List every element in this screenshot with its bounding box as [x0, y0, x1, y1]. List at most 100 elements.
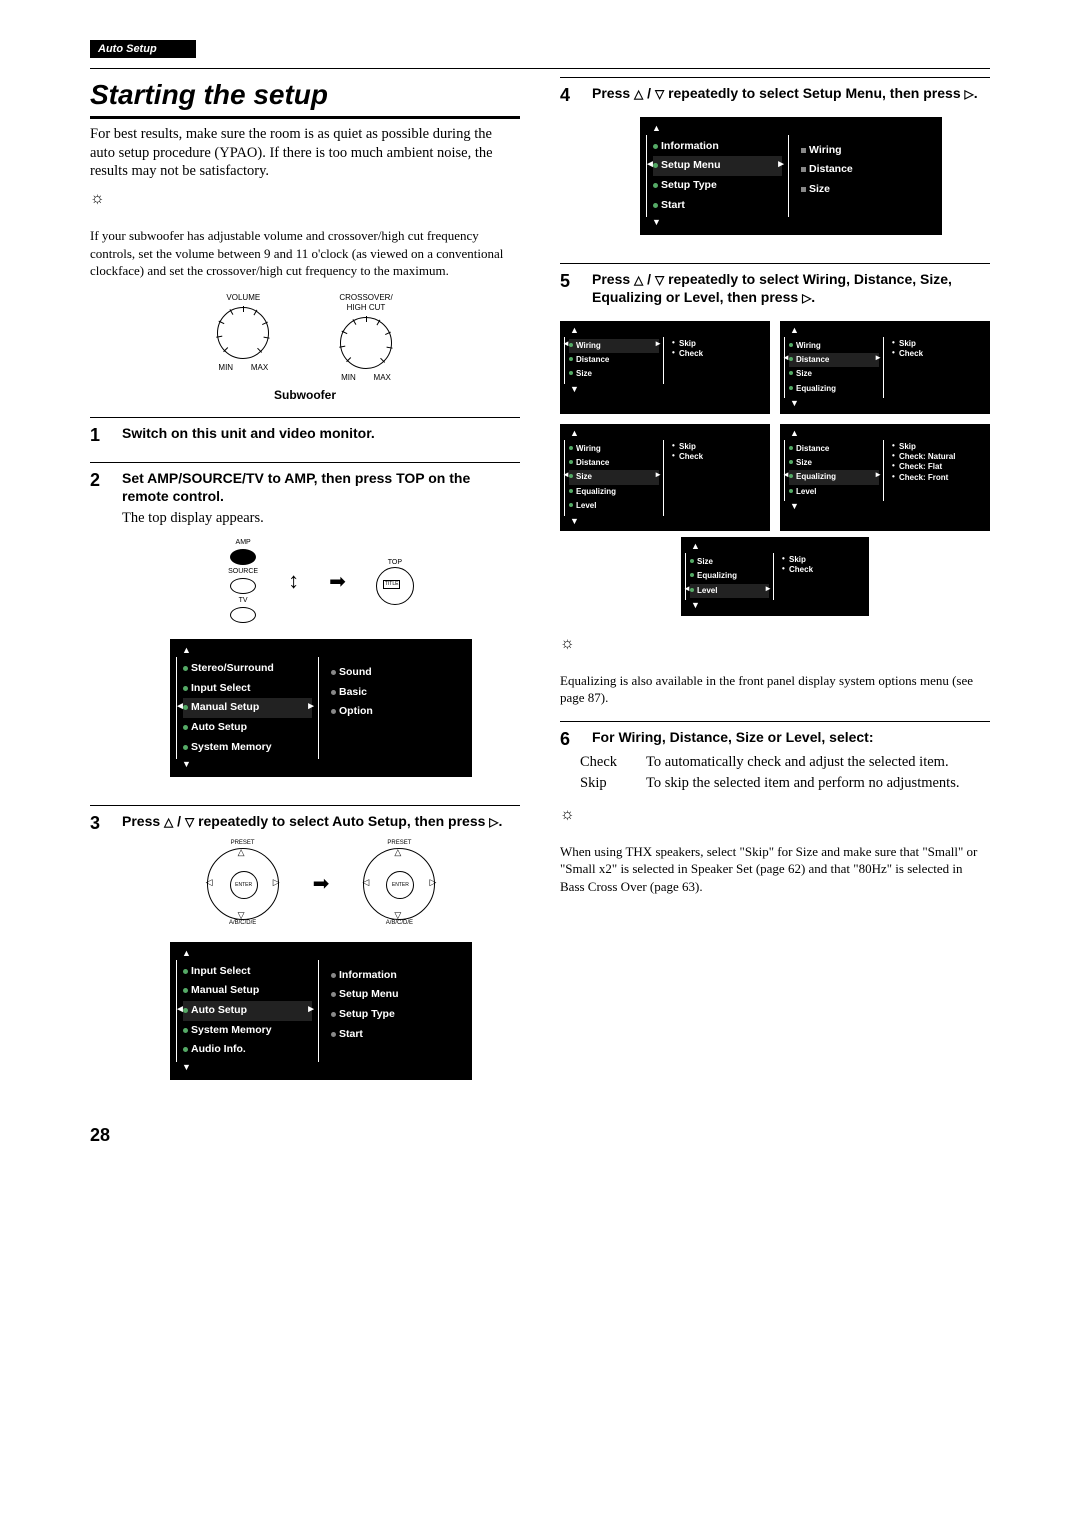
- osd-subitem: Information: [331, 966, 460, 986]
- osd-subitem: Start: [331, 1025, 460, 1045]
- source-label: SOURCE: [228, 567, 258, 576]
- step-heading: Set AMP/SOURCE/TV to AMP, then press TOP…: [122, 469, 520, 505]
- step-number: 3: [90, 812, 108, 1094]
- def-text: To skip the selected item and perform no…: [646, 774, 959, 793]
- down-icon: [655, 85, 664, 101]
- osd-item-selected: ◄Auto Setup►: [183, 1001, 312, 1021]
- step-number: 6: [560, 728, 578, 751]
- osd-item: Manual Setup: [183, 981, 312, 1001]
- up-icon: [164, 813, 173, 829]
- volume-label: VOLUME: [217, 293, 269, 303]
- osd-item: System Memory: [183, 1021, 312, 1041]
- osd-item: Audio Info.: [183, 1040, 312, 1060]
- tip-thx: When using THX speakers, select "Skip" f…: [560, 843, 990, 896]
- step-heading: Switch on this unit and video monitor.: [122, 424, 520, 442]
- dial-max: MAX: [374, 373, 391, 382]
- right-icon: [489, 813, 498, 829]
- step-heading: For Wiring, Distance, Size or Level, sel…: [592, 728, 990, 746]
- osd-item: Input Select: [183, 962, 312, 982]
- osd-top-menu: ▲ Stereo/Surround Input Select ◄Manual S…: [170, 639, 472, 777]
- volume-dial: VOLUME MIN MAX: [217, 293, 269, 384]
- osd-setup-menu: ▲ Information ◄Setup Menu► Setup Type St…: [640, 117, 942, 235]
- osd-distance: ▲ Wiring ◄Distance► Size Equalizing Skip…: [780, 321, 990, 414]
- crossover-dial: CROSSOVER/ HIGH CUT MIN MAX: [339, 293, 392, 384]
- tip-icon: [90, 192, 105, 207]
- def-skip: Skip To skip the selected item and perfo…: [580, 774, 990, 793]
- dial-max: MAX: [251, 363, 268, 372]
- osd-subitem: Basic: [331, 683, 460, 703]
- osd-subitem: Size: [801, 180, 930, 200]
- tip-equalizing: Equalizing is also available in the fron…: [560, 672, 990, 707]
- subwoofer-label: Subwoofer: [90, 388, 520, 404]
- amp-label: AMP: [228, 538, 258, 547]
- osd-subitem: Wiring: [801, 141, 930, 161]
- step-number: 5: [560, 270, 578, 307]
- osd-equalizing: ▲ Distance Size ◄Equalizing► Level Skip …: [780, 424, 990, 531]
- dial-min: MIN: [218, 363, 233, 372]
- osd-wiring: ▲ ◄Wiring► Distance Size Skip Check ▼: [560, 321, 770, 414]
- left-column: Starting the setup For best results, mak…: [90, 77, 520, 1093]
- enter-label: ENTER: [230, 871, 258, 899]
- step-body-text: The top display appears.: [122, 509, 520, 528]
- osd-subitem: Distance: [801, 160, 930, 180]
- osd-level: ▲ Size Equalizing ◄Level► Skip Check ▼: [681, 537, 869, 616]
- title-label: TITLE: [383, 580, 401, 589]
- tip-subwoofer: If your subwoofer has adjustable volume …: [90, 227, 520, 280]
- remote-dpad-diagram: PRESET △▽◁▷ ENTER A/B/C/D/E PRESET △▽◁▷ …: [122, 840, 520, 928]
- top-label: TOP: [376, 558, 414, 567]
- right-column: 4 Press repeatedly to select Setup Menu,…: [560, 77, 990, 1093]
- osd-item: System Memory: [183, 738, 312, 758]
- def-term: Check: [580, 753, 630, 772]
- remote-top-diagram: AMP SOURCE TV ↕ TOP TITLE: [122, 538, 520, 625]
- def-text: To automatically check and adjust the se…: [646, 753, 949, 772]
- right-icon: [802, 289, 811, 305]
- intro-text: For best results, make sure the room is …: [90, 125, 520, 182]
- step-6: 6 For Wiring, Distance, Size or Level, s…: [560, 721, 990, 751]
- osd-item: Stereo/Surround: [183, 659, 312, 679]
- osd-item-selected: ◄Manual Setup►: [183, 698, 312, 718]
- abcde-label: A/B/C/D/E: [203, 920, 283, 928]
- dial-min: MIN: [341, 373, 356, 382]
- enter-label: ENTER: [386, 871, 414, 899]
- down-icon: [185, 813, 194, 829]
- arrow-right-icon: [313, 871, 330, 897]
- osd-step5-grid: ▲ ◄Wiring► Distance Size Skip Check ▼ ▲: [560, 321, 990, 531]
- step-4: 4 Press repeatedly to select Setup Menu,…: [560, 77, 990, 249]
- up-icon: [634, 271, 643, 287]
- osd-subitem: Option: [331, 702, 460, 722]
- osd-item: Input Select: [183, 679, 312, 699]
- osd-subitem: Sound: [331, 663, 460, 683]
- step-3: 3 Press repeatedly to select Auto Setup,…: [90, 805, 520, 1094]
- osd-subitem: Setup Type: [331, 1005, 460, 1025]
- tip-icon: [560, 637, 575, 652]
- step-heading: Press repeatedly to select Auto Setup, t…: [122, 812, 520, 831]
- osd-item-selected: ◄Setup Menu►: [653, 156, 782, 176]
- page-number: 28: [90, 1124, 990, 1147]
- arrow-right-icon: [329, 569, 346, 595]
- subwoofer-dial-diagram: VOLUME MIN MAX CROSSOVER/ HIGH CUT: [90, 293, 520, 384]
- step-number: 4: [560, 84, 578, 249]
- right-icon: [965, 85, 974, 101]
- step-number: 1: [90, 424, 108, 447]
- top-rule: [90, 68, 990, 69]
- header-category: Auto Setup: [90, 40, 196, 58]
- step-number: 2: [90, 469, 108, 791]
- osd-size: ▲ Wiring Distance ◄Size► Equalizing Leve…: [560, 424, 770, 531]
- down-icon: [655, 271, 664, 287]
- osd-auto-setup-menu: ▲ Input Select Manual Setup ◄Auto Setup►…: [170, 942, 472, 1080]
- step-5: 5 Press repeatedly to select Wiring, Dis…: [560, 263, 990, 307]
- page-title: Starting the setup: [90, 77, 520, 118]
- osd-item: Information: [653, 137, 782, 157]
- osd-item: Auto Setup: [183, 718, 312, 738]
- def-check: Check To automatically check and adjust …: [580, 753, 990, 772]
- step-heading: Press repeatedly to select Wiring, Dista…: [592, 270, 990, 307]
- tip-icon: [560, 808, 575, 823]
- tv-label: TV: [228, 596, 258, 605]
- step-1: 1 Switch on this unit and video monitor.: [90, 417, 520, 447]
- osd-item: Start: [653, 196, 782, 216]
- crossover-label: CROSSOVER/ HIGH CUT: [339, 293, 392, 314]
- step-2: 2 Set AMP/SOURCE/TV to AMP, then press T…: [90, 462, 520, 791]
- abcde-label: A/B/C/D/E: [359, 920, 439, 928]
- osd-subitem: Setup Menu: [331, 985, 460, 1005]
- def-term: Skip: [580, 774, 630, 793]
